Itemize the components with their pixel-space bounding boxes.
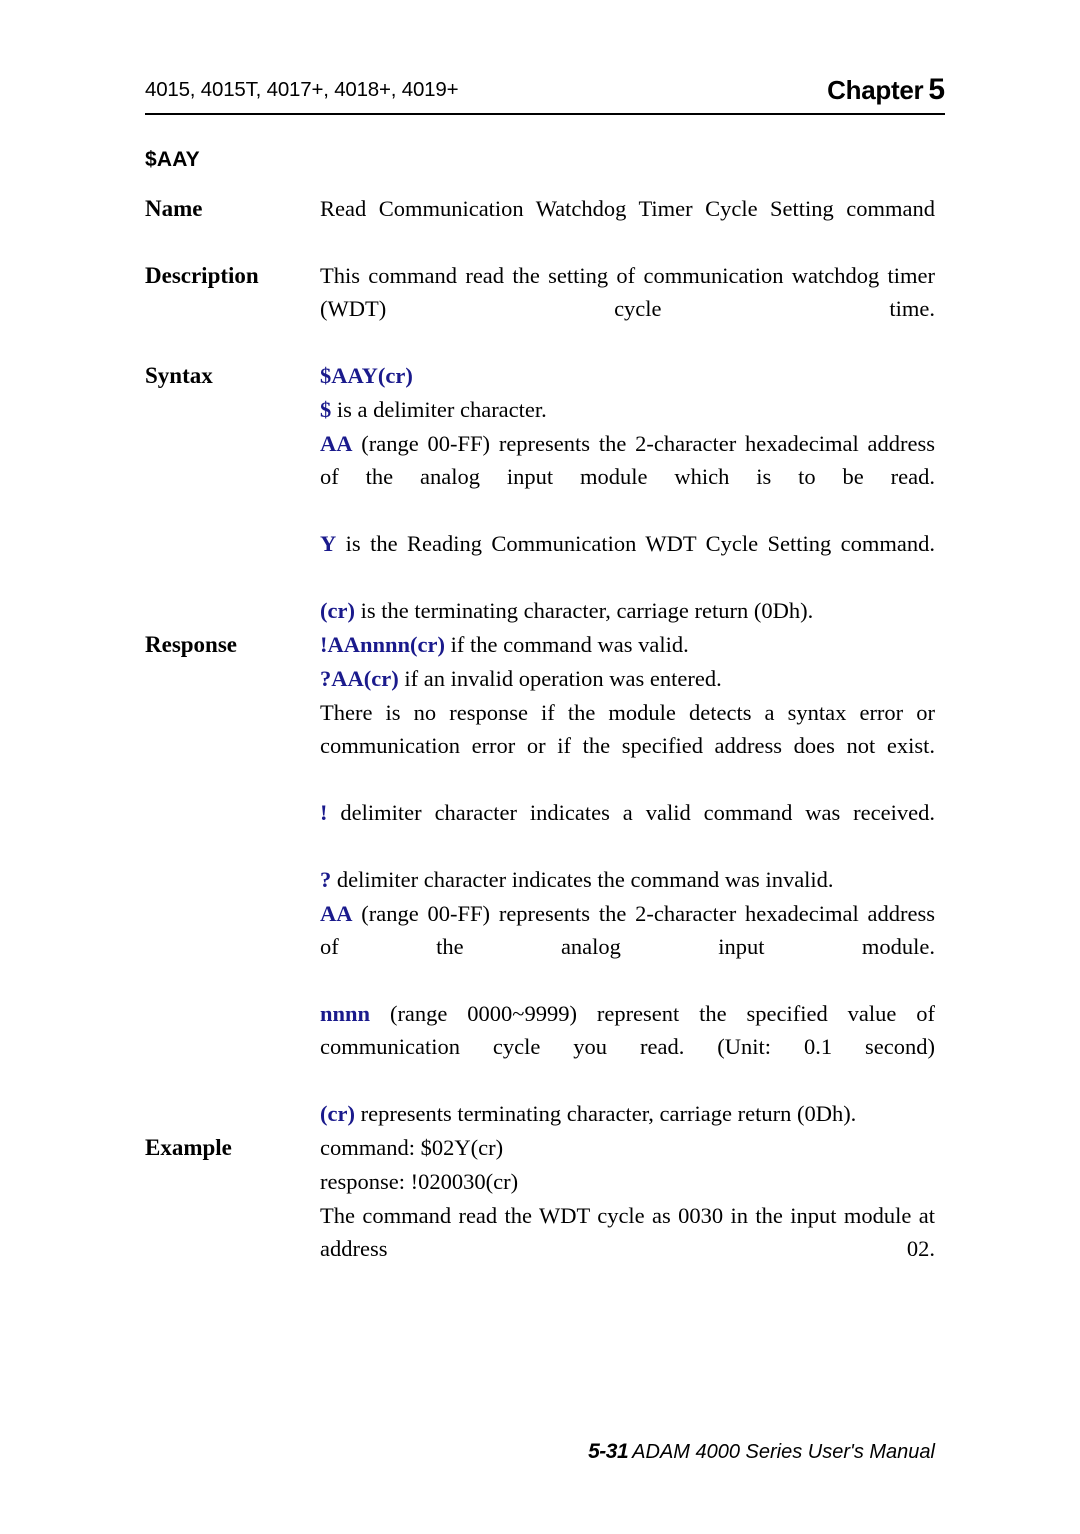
row-response-cr: (cr) represents terminating character, c… (145, 1097, 935, 1130)
response-valid-para: !AAnnnn(cr) if the command was valid. (320, 628, 935, 661)
response-cr-desc: represents terminating character, carria… (354, 1101, 857, 1126)
token-y: Y (320, 531, 337, 556)
syntax-command-token: $AAY(cr) (320, 363, 413, 388)
label-description: Description (145, 263, 259, 288)
row-response-bang: ! delimiter character indicates a valid … (145, 796, 935, 862)
syntax-dollar-desc: is a delimiter character. (331, 397, 547, 422)
token-aa-response: AA (320, 901, 353, 926)
row-example-explanation: The command read the WDT cycle as 0030 i… (145, 1199, 935, 1298)
response-invalid-para: ?AA(cr) if an invalid operation was ente… (320, 662, 935, 695)
response-invalid-desc: if an invalid operation was entered. (398, 666, 722, 691)
description-text: This command read the setting of communi… (320, 263, 935, 321)
row-response-aa: AA (range 00-FF) represents the 2-charac… (145, 897, 935, 996)
header-chapter-number: 5 (928, 73, 945, 106)
syntax-y-desc: is the Reading Communication WDT Cycle S… (336, 531, 935, 556)
token-aa-syntax: AA (320, 431, 353, 456)
token-exclamation: ! (320, 800, 328, 825)
syntax-command-line: $AAY(cr) (320, 359, 935, 392)
token-cr-syntax: (cr) (320, 598, 355, 623)
header-chapter-word: Chapter (827, 75, 924, 105)
footer-manual-title: ADAM 4000 Series User's Manual (632, 1441, 935, 1463)
label-response: Response (145, 632, 238, 657)
row-syntax-y: Y is the Reading Communication WDT Cycle… (145, 527, 935, 593)
page-header: 4015, 4015T, 4017+, 4018+, 4019+ Chapter… (145, 73, 945, 118)
token-question-mark: ? (320, 867, 332, 892)
command-title: $AAY (145, 148, 200, 171)
row-syntax-dollar: $ is a delimiter character. (145, 393, 935, 426)
row-response-question: ? delimiter character indicates the comm… (145, 863, 935, 896)
header-model-list: 4015, 4015T, 4017+, 4018+, 4019+ (145, 78, 459, 101)
document-page: 4015, 4015T, 4017+, 4018+, 4019+ Chapter… (0, 0, 1080, 1534)
header-chapter: Chapter 5 (827, 73, 945, 107)
syntax-aa-para: AA (range 00-FF) represents the 2-charac… (320, 427, 935, 526)
syntax-y-para: Y is the Reading Communication WDT Cycle… (320, 527, 935, 593)
name-text: Read Communication Watchdog Timer Cycle … (320, 196, 935, 221)
command-reference-body: Name Read Communication Watchdog Timer C… (145, 192, 935, 1299)
row-syntax-cr: (cr) is the terminating character, carri… (145, 594, 935, 627)
row-syntax-aa: AA (range 00-FF) represents the 2-charac… (145, 427, 935, 526)
example-explanation-text: The command read the WDT cycle as 0030 i… (320, 1203, 935, 1261)
example-command-line: command: $02Y(cr) (320, 1135, 504, 1160)
response-nnnn-desc: (range 0000~9999) represent the specifie… (320, 1001, 935, 1059)
response-no-response-text: There is no response if the module detec… (320, 700, 935, 758)
header-divider-rule (145, 113, 945, 115)
token-dollar: $ (320, 397, 332, 422)
response-question-para: ? delimiter character indicates the comm… (320, 863, 935, 896)
row-syntax: Syntax $AAY(cr) (145, 359, 935, 392)
syntax-cr-desc: is the terminating character, carriage r… (354, 598, 814, 623)
response-question-desc: delimiter character indicates the comman… (331, 867, 834, 892)
row-example: Example command: $02Y(cr) (145, 1131, 935, 1164)
token-cr-response: (cr) (320, 1101, 355, 1126)
response-bang-para: ! delimiter character indicates a valid … (320, 796, 935, 862)
label-name: Name (145, 196, 203, 221)
syntax-aa-desc: (range 00-FF) represents the 2-character… (320, 431, 935, 489)
response-aa-desc: (range 00-FF) represents the 2-character… (320, 901, 935, 959)
row-response: Response !AAnnnn(cr) if the command was … (145, 628, 935, 661)
label-example: Example (145, 1135, 232, 1160)
row-response-invalid: ?AA(cr) if an invalid operation was ente… (145, 662, 935, 695)
response-nnnn-para: nnnn (range 0000~9999) represent the spe… (320, 997, 935, 1096)
footer-page-number: 5-31 (588, 1440, 629, 1463)
row-example-response: response: !020030(cr) (145, 1165, 935, 1198)
token-response-valid: !AAnnnn(cr) (320, 632, 446, 657)
row-description: Description This command read the settin… (145, 259, 935, 358)
syntax-dollar-para: $ is a delimiter character. (320, 393, 935, 426)
response-aa-para: AA (range 00-FF) represents the 2-charac… (320, 897, 935, 996)
label-syntax: Syntax (145, 363, 213, 388)
row-response-none: There is no response if the module detec… (145, 696, 935, 795)
syntax-cr-para: (cr) is the terminating character, carri… (320, 594, 935, 627)
response-valid-desc: if the command was valid. (445, 632, 689, 657)
token-nnnn: nnnn (320, 1001, 371, 1026)
response-cr-para: (cr) represents terminating character, c… (320, 1097, 935, 1130)
example-response-line: response: !020030(cr) (320, 1169, 519, 1194)
row-name: Name Read Communication Watchdog Timer C… (145, 192, 935, 258)
token-response-invalid: ?AA(cr) (320, 666, 399, 691)
row-response-nnnn: nnnn (range 0000~9999) represent the spe… (145, 997, 935, 1096)
page-footer: 5-31 ADAM 4000 Series User's Manual (588, 1440, 935, 1464)
response-bang-desc: delimiter character indicates a valid co… (327, 800, 935, 825)
